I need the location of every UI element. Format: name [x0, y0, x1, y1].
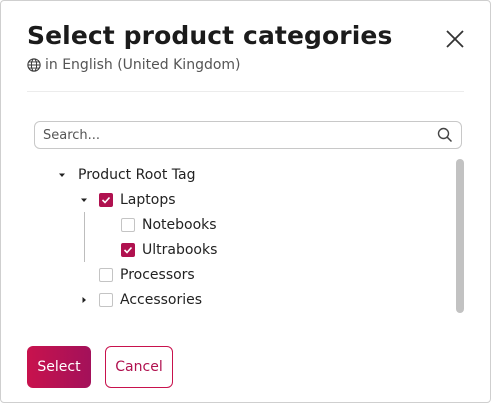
dialog-title: Select product categories	[27, 21, 393, 50]
checkbox-notebooks[interactable]	[121, 218, 135, 232]
checkbox-ultrabooks[interactable]	[121, 243, 135, 257]
tree-node-laptops: Laptops	[78, 190, 176, 210]
tree-node-label[interactable]: Notebooks	[142, 217, 217, 233]
cancel-button[interactable]: Cancel	[105, 346, 173, 388]
tree-node-notebooks: Notebooks	[121, 215, 217, 235]
select-categories-dialog: Select product categories in English (Un…	[0, 0, 491, 403]
checkbox-laptops[interactable]	[99, 193, 113, 207]
category-tree: Product Root Tag Laptops Notebooks Ultra…	[34, 159, 454, 313]
search-icon[interactable]	[437, 127, 453, 143]
check-icon	[101, 196, 111, 204]
caret-down-icon[interactable]	[56, 169, 68, 181]
caret-right-icon[interactable]	[78, 294, 90, 306]
tree-scrollbar[interactable]	[456, 159, 464, 313]
close-icon[interactable]	[444, 28, 466, 50]
tree-node-accessories: Accessories	[78, 290, 202, 310]
tree-node-label[interactable]: Processors	[120, 267, 195, 283]
search-box	[34, 121, 462, 149]
dialog-header: Select product categories in English (Un…	[27, 19, 464, 74]
tree-node-product-root-tag: Product Root Tag	[56, 165, 195, 185]
tree-node-processors: Processors	[99, 265, 195, 285]
search-input[interactable]	[43, 127, 437, 143]
checkbox-accessories[interactable]	[99, 293, 113, 307]
tree-node-label[interactable]: Product Root Tag	[78, 167, 195, 183]
header-divider	[27, 91, 464, 92]
check-icon	[123, 246, 133, 254]
caret-down-icon[interactable]	[78, 194, 90, 206]
scrollbar-thumb[interactable]	[456, 159, 464, 313]
locale-label: in English (United Kingdom)	[45, 57, 241, 73]
tree-node-label[interactable]: Accessories	[120, 292, 202, 308]
tree-node-label[interactable]: Laptops	[120, 192, 176, 208]
locale-indicator: in English (United Kingdom)	[27, 56, 464, 74]
select-button[interactable]: Select	[27, 346, 91, 388]
tree-guide-line	[84, 212, 85, 262]
tree-node-ultrabooks: Ultrabooks	[121, 240, 217, 260]
tree-node-label[interactable]: Ultrabooks	[142, 242, 217, 258]
checkbox-processors[interactable]	[99, 268, 113, 282]
globe-icon	[27, 58, 41, 72]
